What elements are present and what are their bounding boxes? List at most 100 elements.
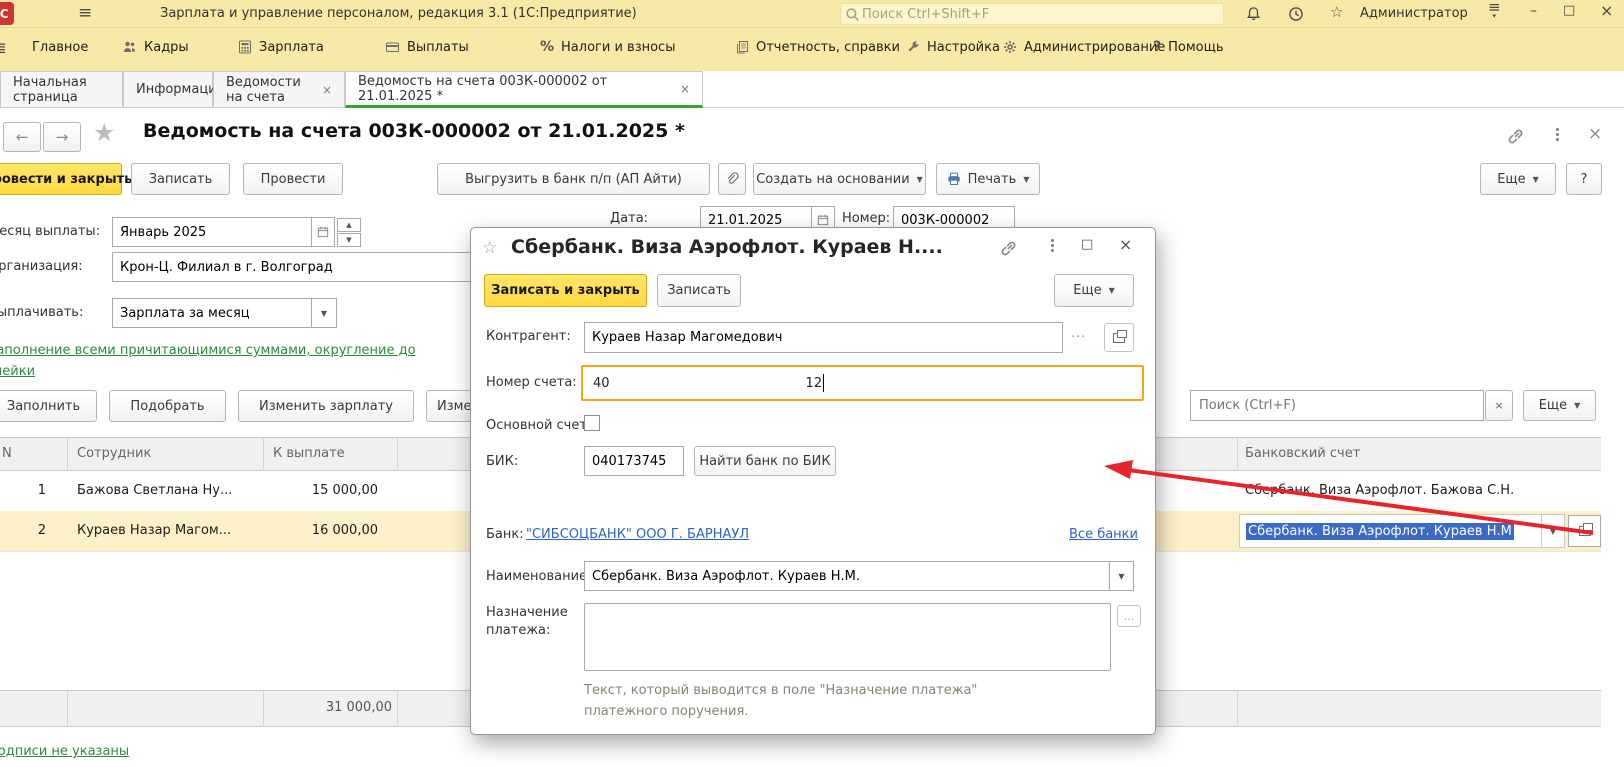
dialog-maximize-icon[interactable]: □: [1081, 237, 1093, 252]
nav-back-button[interactable]: ←: [3, 122, 41, 152]
column-header-bank-account: Банковский счет: [1245, 446, 1360, 461]
menu-item-salary[interactable]: Зарплата: [238, 37, 324, 57]
pick-button[interactable]: Подобрать: [109, 390, 226, 422]
menu-item-payments[interactable]: Выплаты: [385, 37, 469, 57]
dialog-more-button[interactable]: Еще▼: [1054, 274, 1134, 307]
post-and-close-button[interactable]: Провести и закрыть: [0, 163, 122, 195]
pay-month-label: Месяц выплаты:: [0, 224, 100, 239]
fill-rule-link[interactable]: Заполнение всеми причитающимися суммами,…: [0, 343, 416, 358]
date-label: Дата:: [610, 211, 648, 226]
top-bar: 1С ≡ Зарплата и управление персоналом, р…: [0, 0, 1624, 71]
bank-card-icon: [385, 40, 400, 54]
tab-close-icon[interactable]: ×: [322, 83, 332, 97]
tab-statements-list[interactable]: Ведомости на счета×: [213, 71, 345, 107]
minimize-icon[interactable]: –: [1530, 3, 1537, 19]
tab-home[interactable]: Начальная страница: [0, 71, 123, 107]
account-name-field[interactable]: Сбербанк. Виза Аэрофлот. Кураев Н.М.: [584, 561, 1110, 591]
total-amount: 31 000,00: [280, 700, 392, 715]
pay-type-dropdown-button[interactable]: ▼: [311, 298, 337, 328]
menu-item-staff[interactable]: Кадры: [122, 37, 189, 57]
close-window-icon[interactable]: ×: [1600, 1, 1613, 20]
bank-account-edit-cell[interactable]: Сбербанк. Виза Аэрофлот. Кураев Н.М: [1239, 514, 1565, 548]
sections-panel-icon[interactable]: ≣: [0, 39, 7, 57]
main-menu-icon[interactable]: ≡▾: [1488, 1, 1501, 28]
bank-link[interactable]: "СИБСОЦБАНК" ООО Г. БАРНАУЛ: [526, 527, 749, 542]
signatures-link[interactable]: Подписи не указаны: [0, 744, 129, 759]
calculator-icon: [238, 40, 252, 54]
current-user[interactable]: Администратор: [1360, 6, 1468, 21]
table-search-input[interactable]: [1197, 397, 1477, 414]
payment-purpose-textarea[interactable]: [584, 603, 1111, 671]
find-bank-button[interactable]: Найти банк по БИК: [694, 446, 836, 476]
close-form-icon[interactable]: ×: [1588, 124, 1602, 144]
menu-item-taxes[interactable]: % Налоги и взносы: [540, 37, 675, 57]
menu-item-administration[interactable]: Администрирование: [1003, 37, 1165, 57]
tab-close-icon[interactable]: ×: [680, 82, 690, 96]
percent-icon: %: [540, 39, 554, 55]
dialog-save-button[interactable]: Записать: [657, 274, 741, 307]
tab-information[interactable]: Информация×: [123, 71, 213, 107]
panels-menu-icon[interactable]: ≡: [78, 3, 92, 23]
account-number-field[interactable]: 40 12: [581, 365, 1144, 401]
dialog-menu-dots-icon[interactable]: [1051, 239, 1054, 242]
people-icon: [122, 40, 137, 54]
month-calendar-button[interactable]: [311, 217, 335, 247]
counterparty-ellipsis-button[interactable]: ...: [1071, 326, 1086, 341]
chevron-down-icon: ▼: [1109, 286, 1115, 295]
account-name-dropdown-button[interactable]: ▼: [1109, 561, 1134, 591]
pay-month-field[interactable]: Январь 2025: [112, 217, 312, 247]
counterparty-field[interactable]: Кураев Назар Магомедович: [584, 322, 1063, 353]
clear-search-button[interactable]: ×: [1485, 390, 1513, 421]
attachments-button[interactable]: [718, 163, 746, 195]
dialog-favorite-star-icon[interactable]: ☆: [482, 238, 497, 258]
menu-item-settings[interactable]: Настройка: [906, 37, 1000, 57]
text-cursor: [823, 374, 824, 392]
save-button[interactable]: Записать: [131, 163, 230, 195]
open-bank-account-button[interactable]: [1568, 515, 1601, 547]
menu-item-reports[interactable]: Отчетность, справки: [735, 37, 900, 57]
tab-statement-document[interactable]: Ведомость на счета 003К-000002 от 21.01.…: [345, 71, 703, 108]
dialog-close-icon[interactable]: ×: [1119, 235, 1132, 254]
print-button[interactable]: Печать▼: [936, 163, 1040, 195]
change-salary-button[interactable]: Изменить зарплату: [238, 390, 414, 422]
form-menu-dots-icon[interactable]: [1556, 128, 1559, 131]
app-title: Зарплата и управление персоналом, редакц…: [160, 6, 637, 21]
pay-type-field[interactable]: Зарплата за месяц: [112, 298, 312, 328]
bank-account-dropdown-button[interactable]: ▼: [1541, 515, 1564, 547]
dialog-save-close-button[interactable]: Записать и закрыть: [484, 274, 647, 307]
menu-item-help[interactable]: ? Помощь: [1153, 37, 1224, 57]
table-search-field[interactable]: [1190, 390, 1484, 421]
counterparty-label: Контрагент:: [486, 329, 571, 344]
bik-field[interactable]: 040173745: [584, 446, 684, 476]
all-banks-link[interactable]: Все банки: [1069, 527, 1138, 542]
calendar-icon: [817, 214, 829, 226]
printer-icon: [947, 172, 961, 186]
get-link-icon[interactable]: [1508, 126, 1526, 144]
dialog-get-link-icon[interactable]: [1001, 238, 1019, 256]
close-icon: ×: [1494, 399, 1503, 412]
global-search-input[interactable]: [860, 6, 1223, 23]
open-icon: [1113, 333, 1125, 343]
help-button[interactable]: ?: [1566, 163, 1602, 195]
main-account-checkbox[interactable]: [584, 415, 600, 431]
create-based-on-button[interactable]: Создать на основании▼: [753, 163, 926, 195]
menu-item-main[interactable]: Главное: [32, 37, 88, 57]
nav-forward-button[interactable]: →: [43, 122, 81, 152]
fill-table-button[interactable]: Заполнить: [0, 390, 97, 422]
purpose-ellipsis-button[interactable]: ...: [1117, 605, 1141, 627]
month-spin-up-button[interactable]: ▲: [337, 218, 361, 232]
favorite-star-icon[interactable]: ★: [93, 118, 115, 147]
history-icon[interactable]: [1288, 6, 1304, 22]
fill-rule-link-line2[interactable]: копейки: [0, 364, 35, 379]
post-button[interactable]: Провести: [243, 163, 343, 195]
more-button[interactable]: Еще▼: [1480, 163, 1556, 195]
maximize-icon[interactable]: □: [1563, 3, 1575, 18]
counterparty-open-button[interactable]: [1104, 323, 1134, 352]
table-more-button[interactable]: Еще▼: [1523, 390, 1596, 421]
pay-type-label: Выплачивать:: [0, 305, 83, 320]
global-search[interactable]: [840, 3, 1224, 25]
notifications-icon[interactable]: [1246, 6, 1261, 22]
export-to-bank-button[interactable]: Выгрузить в банк п/п (АП Айти): [437, 163, 710, 195]
month-spin-down-button[interactable]: ▼: [337, 233, 361, 247]
favorites-star-icon[interactable]: ☆: [1330, 3, 1343, 21]
